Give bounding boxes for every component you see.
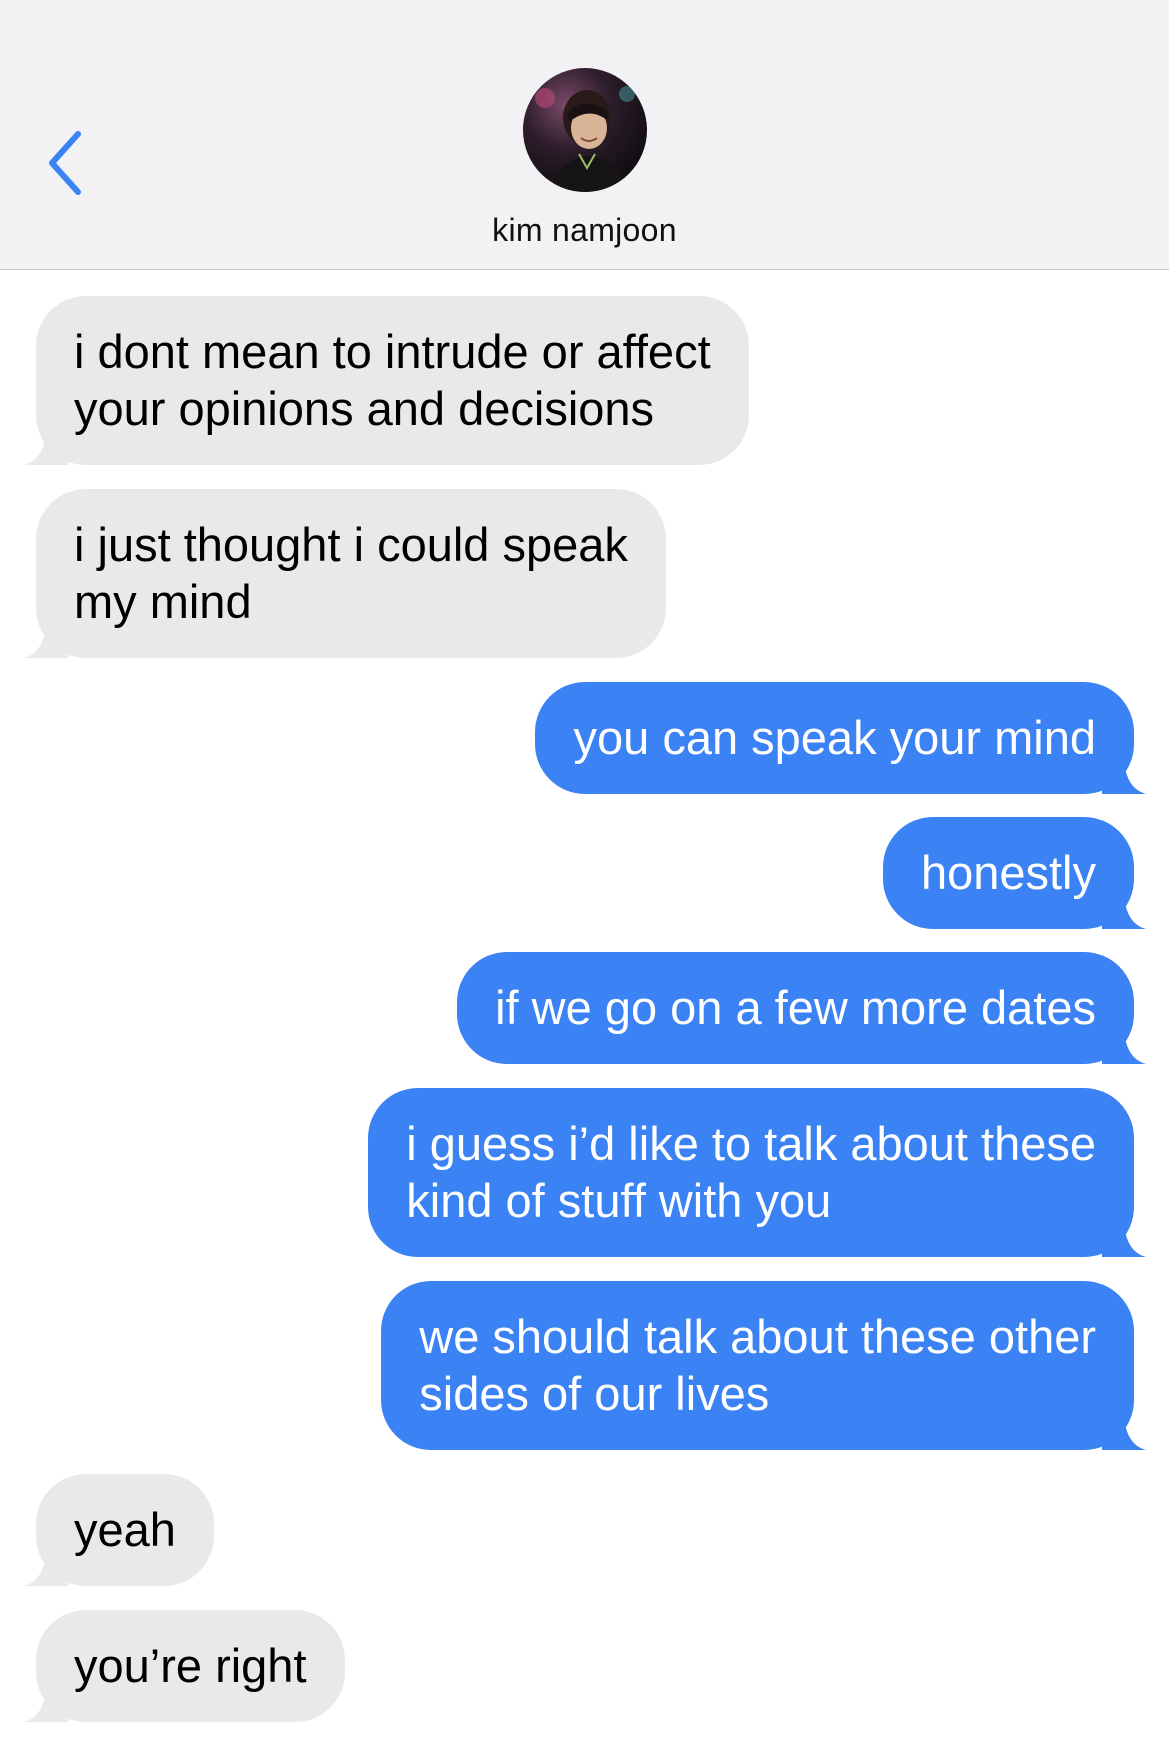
bubble-tail bbox=[24, 1682, 68, 1722]
message-text: my mind bbox=[74, 575, 252, 628]
message-text: your opinions and decisions bbox=[74, 382, 655, 435]
contact-name[interactable]: kim namjoon bbox=[0, 212, 1169, 249]
message-text: i dont mean to intrude or affect bbox=[74, 325, 711, 378]
message-bubble-outgoing[interactable]: we should talk about these other sides o… bbox=[381, 1281, 1146, 1450]
message-text: i just thought i could speak bbox=[74, 518, 628, 571]
bubble-tail bbox=[24, 618, 68, 658]
message-bubble-incoming[interactable]: you’re right bbox=[24, 1610, 345, 1722]
message-text: you can speak your mind bbox=[573, 711, 1096, 764]
message-bubble-incoming[interactable]: i dont mean to intrude or affect your op… bbox=[24, 296, 749, 465]
bubble-tail bbox=[1102, 1024, 1146, 1064]
message-text: if we go on a few more dates bbox=[495, 981, 1096, 1034]
message-text: yeah bbox=[74, 1503, 176, 1556]
message-bubble-outgoing[interactable]: i guess i’d like to talk about these kin… bbox=[368, 1088, 1146, 1257]
message-bubble-incoming[interactable]: i just thought i could speak my mind bbox=[24, 489, 666, 658]
conversation-header: kim namjoon bbox=[0, 0, 1169, 270]
message-bubble-incoming[interactable]: yeah bbox=[24, 1474, 214, 1586]
bubble-tail bbox=[24, 1546, 68, 1586]
avatar-photo bbox=[523, 68, 647, 192]
message-text: i guess i’d like to talk about these bbox=[406, 1117, 1096, 1170]
message-text: you’re right bbox=[74, 1639, 307, 1692]
message-text: we should talk about these other bbox=[419, 1310, 1096, 1363]
bubble-tail bbox=[1102, 1410, 1146, 1450]
bubble-tail bbox=[24, 425, 68, 465]
message-text: honestly bbox=[920, 846, 1096, 899]
message-bubble-outgoing[interactable]: if we go on a few more dates bbox=[457, 952, 1146, 1064]
bubble-tail bbox=[1102, 1217, 1146, 1257]
message-bubble-outgoing[interactable]: honestly bbox=[882, 817, 1146, 929]
message-bubble-outgoing[interactable]: you can speak your mind bbox=[535, 682, 1146, 794]
message-text: kind of stuff with you bbox=[406, 1174, 832, 1227]
message-text: sides of our lives bbox=[419, 1367, 770, 1420]
bubble-tail bbox=[1102, 889, 1146, 929]
back-button[interactable] bbox=[44, 128, 90, 198]
contact-avatar[interactable] bbox=[523, 68, 647, 192]
bubble-tail bbox=[1102, 754, 1146, 794]
chevron-left-icon bbox=[49, 131, 81, 195]
